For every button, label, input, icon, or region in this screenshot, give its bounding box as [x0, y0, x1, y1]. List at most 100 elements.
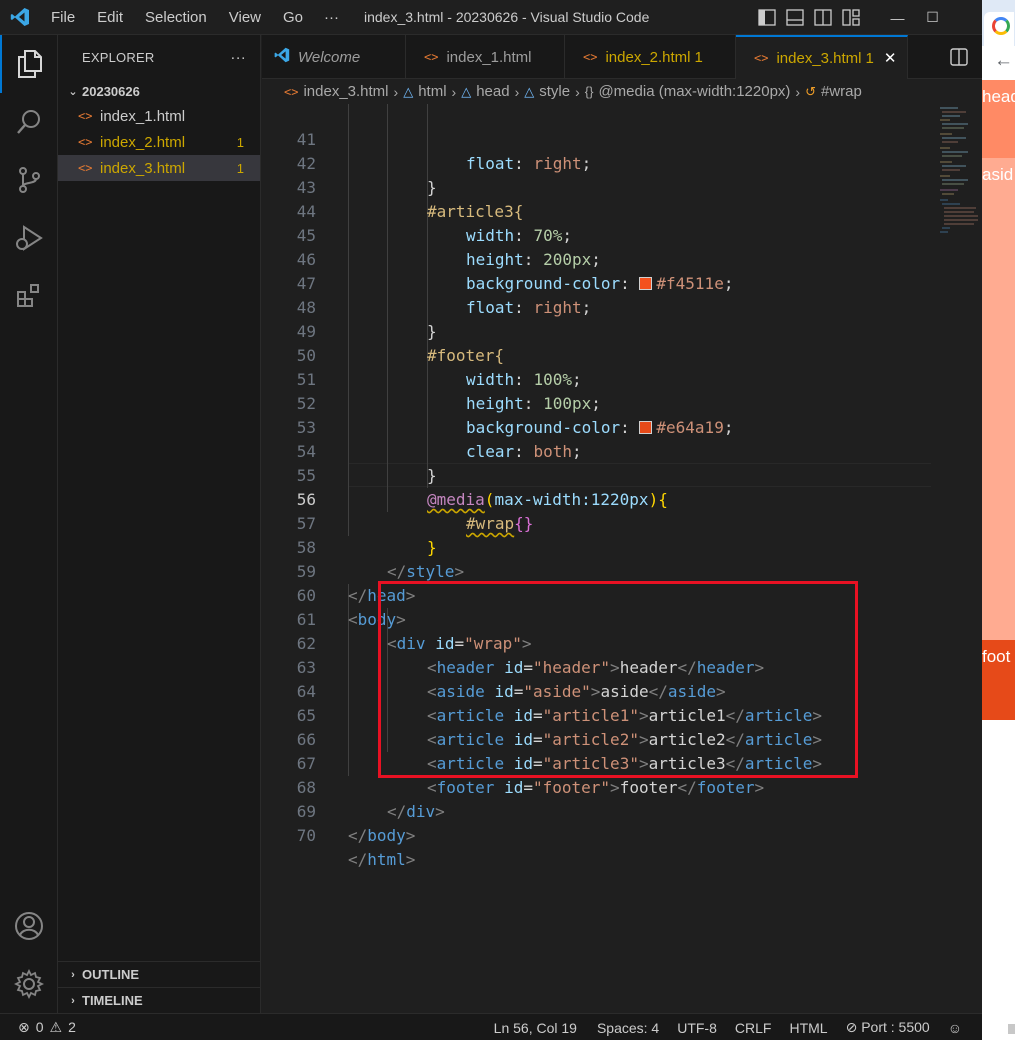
google-logo-icon	[992, 17, 1010, 35]
encoding[interactable]: UTF-8	[667, 1020, 725, 1036]
code-editor[interactable]: 41 float: right; 42 } 43 #article3{ 44 w…	[262, 104, 982, 1012]
chevron-right-icon: ›	[575, 83, 580, 100]
live-server-port[interactable]: ⊘ Port : 5500	[836, 1019, 938, 1036]
run-debug-icon[interactable]	[0, 209, 58, 267]
code-line: 54 }	[262, 416, 930, 485]
html-file-icon: <>	[78, 135, 93, 149]
tab-label: index_3.html	[776, 49, 862, 67]
feedback-icon[interactable]: ☺	[938, 1020, 982, 1036]
html-file-icon: <>	[424, 50, 439, 64]
minimize-button[interactable]: —	[880, 10, 915, 26]
minimap[interactable]	[938, 104, 982, 244]
code-line: 56 #wrap{}	[262, 464, 930, 533]
code-line: 59 </head>	[262, 536, 930, 605]
tab-index-3[interactable]: <> index_3.html 1 ✕	[736, 35, 908, 79]
code-line: 45 height: 200px;	[262, 200, 930, 269]
problems-indicator[interactable]: ⊗ 0 ⚠ 2	[18, 1019, 76, 1036]
browser-tab-strip	[982, 0, 1015, 46]
code-line: 46 background-color: #f4511e;	[262, 224, 930, 293]
element-cube-icon: △	[524, 83, 535, 99]
code-line: 44 width: 70%;	[262, 176, 930, 245]
menu-go[interactable]: Go	[272, 0, 314, 35]
code-line: 68 </div>	[262, 752, 930, 821]
indentation[interactable]: Spaces: 4	[585, 1020, 667, 1036]
editor-tabs: Welcome <> index_1.html <> index_2.html …	[262, 35, 982, 79]
toggle-primary-sidebar-icon[interactable]	[758, 9, 776, 26]
breadcrumb-file[interactable]: index_3.html	[303, 83, 388, 100]
explorer-sidebar: EXPLORER ··· ⌄ 20230626 <> index_1.html …	[58, 35, 261, 1013]
folder-label: 20230626	[82, 83, 140, 99]
html-file-icon: <>	[754, 51, 769, 65]
language-mode[interactable]: HTML	[779, 1020, 835, 1036]
settings-gear-icon[interactable]	[0, 955, 58, 1013]
breadcrumb-wrap[interactable]: #wrap	[821, 83, 862, 100]
outline-section[interactable]: › OUTLINE	[58, 961, 261, 987]
chevron-right-icon: ›	[71, 994, 75, 1007]
menu-selection[interactable]: Selection	[134, 0, 218, 35]
toggle-secondary-sidebar-icon[interactable]	[814, 9, 832, 26]
explorer-icon[interactable]	[0, 35, 58, 93]
split-editor-icon[interactable]	[950, 48, 968, 66]
close-tab-icon[interactable]: ✕	[884, 49, 897, 67]
port-label: Port : 5500	[861, 1019, 930, 1035]
file-index-1[interactable]: <> index_1.html	[58, 103, 260, 129]
tab-label: Welcome	[298, 48, 361, 66]
menu-edit[interactable]: Edit	[86, 0, 134, 35]
explorer-title: EXPLORER	[82, 49, 155, 65]
back-arrow-icon[interactable]: ←	[994, 50, 1013, 72]
code-line: 60 <body>	[262, 560, 930, 629]
tab-index-1[interactable]: <> index_1.html	[406, 35, 565, 79]
line-ending[interactable]: CRLF	[725, 1020, 780, 1036]
problem-count-badge: 1	[694, 48, 703, 66]
layout-controls	[758, 9, 860, 26]
activity-bar	[0, 35, 58, 1013]
html-tag: html	[367, 850, 406, 869]
file-name: index_2.html	[100, 133, 186, 151]
tab-index-2[interactable]: <> index_2.html 1	[565, 35, 736, 79]
code-line: 49 #footer{	[262, 296, 930, 365]
no-entry-icon: ⊘	[845, 1019, 858, 1035]
file-index-2[interactable]: <> index_2.html 1	[58, 129, 260, 155]
extensions-icon[interactable]	[0, 267, 58, 325]
window-controls: — ☐	[880, 0, 950, 35]
code-line: 57 }	[262, 488, 930, 557]
browser-scrollbar[interactable]	[1008, 1024, 1015, 1034]
breadcrumb: <> index_3.html › △ html › △ head › △ st…	[262, 79, 982, 104]
browser-toolbar: ←	[982, 46, 1015, 80]
maximize-button[interactable]: ☐	[915, 9, 950, 26]
explorer-more-icon[interactable]: ···	[230, 49, 246, 66]
code-line: 58 </style>	[262, 512, 930, 581]
toggle-panel-icon[interactable]	[786, 9, 804, 26]
tab-label: index_1.html	[446, 48, 532, 66]
file-index-3[interactable]: <> index_3.html 1	[58, 155, 260, 181]
breadcrumb-media[interactable]: @media (max-width:1220px)	[598, 83, 790, 100]
browser-preview-window: ← head asid foot	[982, 0, 1015, 1040]
search-icon[interactable]	[0, 93, 58, 151]
customize-layout-icon[interactable]	[842, 9, 860, 26]
error-icon: ⊗	[18, 1019, 30, 1035]
source-control-icon[interactable]	[0, 151, 58, 209]
breadcrumb-html[interactable]: html	[418, 83, 446, 100]
code-line: 69 </body>	[262, 776, 930, 845]
folder-20230626[interactable]: ⌄ 20230626	[58, 79, 260, 103]
timeline-label: TIMELINE	[82, 993, 143, 1008]
code-line: 65 <article id="article2">article2</arti…	[262, 680, 930, 749]
chevron-down-icon: ⌄	[68, 85, 78, 98]
menu-file[interactable]: File	[40, 0, 86, 35]
cursor-position[interactable]: Ln 56, Col 19	[486, 1020, 585, 1036]
preview-footer-block: foot	[982, 640, 1015, 720]
code-line: 67 <footer id="footer">footer</footer>	[262, 728, 930, 797]
menu-view[interactable]: View	[218, 0, 272, 35]
accounts-icon[interactable]	[0, 897, 58, 955]
problem-count-badge: 1	[865, 49, 874, 67]
html-file-icon: <>	[284, 84, 299, 99]
tab-welcome[interactable]: Welcome	[262, 35, 406, 79]
breadcrumb-head[interactable]: head	[476, 83, 509, 100]
timeline-section[interactable]: › TIMELINE	[58, 987, 261, 1013]
menu-more-icon[interactable]: ···	[314, 9, 349, 26]
code-line: 42 }	[262, 128, 930, 197]
problem-count-badge: 1	[236, 160, 244, 176]
code-line: 66 <article id="article3">article3</arti…	[262, 704, 930, 773]
breadcrumb-style[interactable]: style	[539, 83, 570, 100]
code-line: 53 clear: both;	[262, 392, 930, 461]
